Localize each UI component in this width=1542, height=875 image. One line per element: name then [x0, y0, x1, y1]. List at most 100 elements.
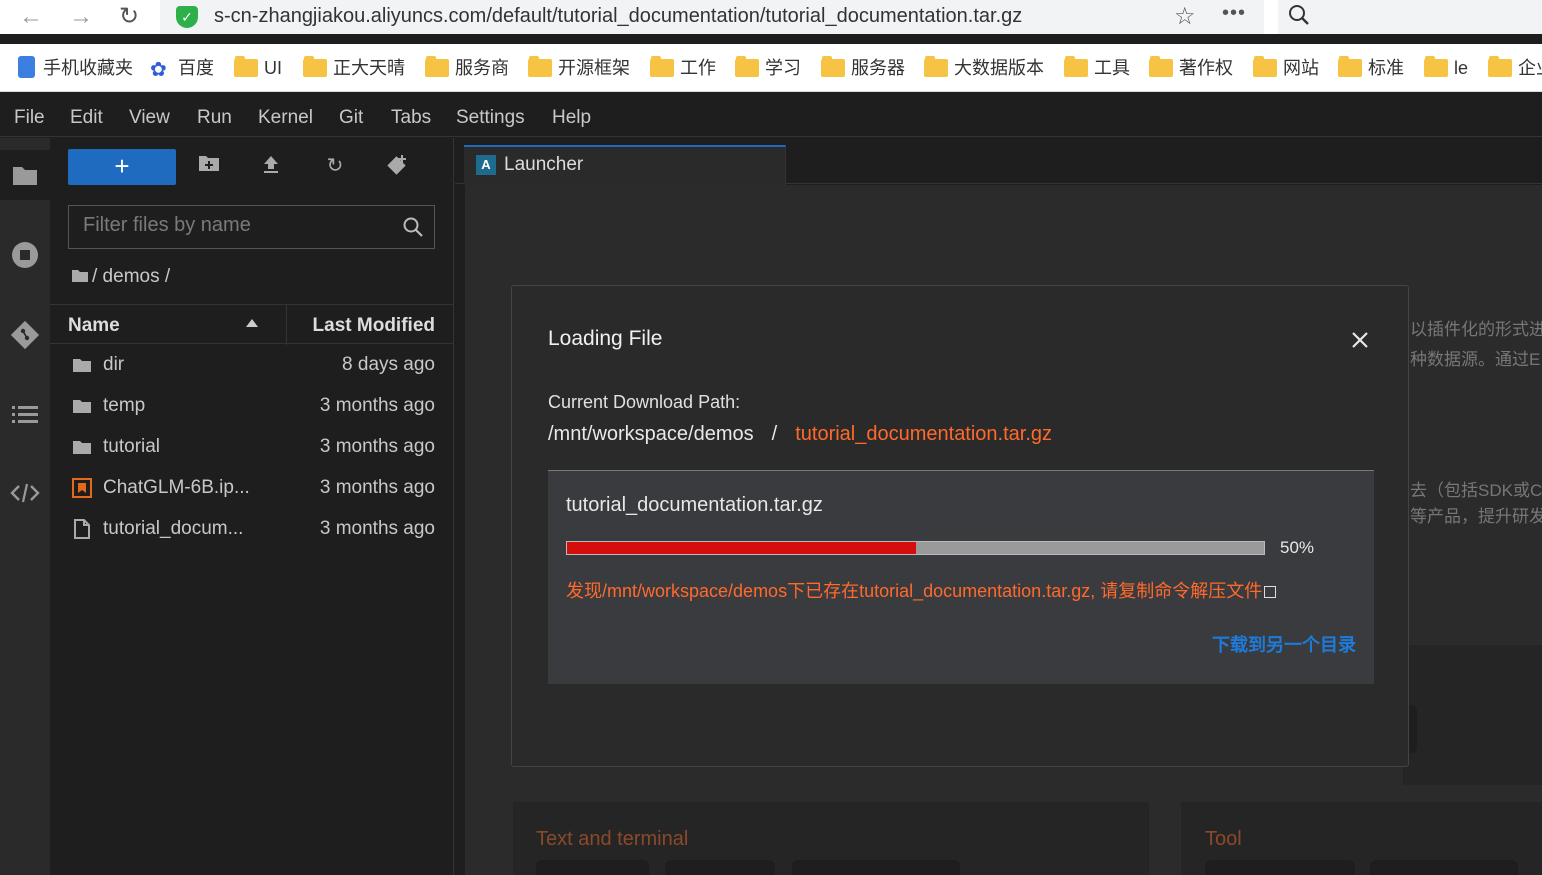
close-icon[interactable] [1348, 328, 1372, 352]
file-browser-tab[interactable] [0, 150, 50, 200]
menu-help[interactable]: Help [552, 107, 591, 129]
tab-bar: A Launcher [455, 138, 1542, 185]
file-row[interactable]: temp 3 months ago [50, 386, 454, 427]
column-last-modified[interactable]: Last Modified [313, 315, 435, 337]
path-separator: / [771, 423, 778, 445]
launcher-item[interactable] [1205, 860, 1355, 875]
file-row[interactable]: dir 8 days ago [50, 345, 454, 386]
file-exists-warning[interactable]: 发现/mnt/workspace/demos下已存在tutorial_docum… [566, 577, 1277, 603]
folder-icon [234, 56, 258, 77]
intro-text: 以插件化的形式进 [1410, 320, 1542, 339]
security-shield-icon[interactable]: ✓ [176, 6, 198, 28]
tab-launcher[interactable]: A Launcher [464, 145, 786, 185]
download-file-name: tutorial_documentation.tar.gz [566, 494, 823, 516]
menu-tabs[interactable]: Tabs [391, 107, 431, 129]
bookmark-folder[interactable]: 正大天晴 [303, 56, 405, 80]
menu-settings[interactable]: Settings [456, 107, 525, 129]
filter-files-input[interactable] [69, 206, 389, 245]
menu-run[interactable]: Run [197, 107, 232, 129]
url-text[interactable]: s-cn-zhangjiakou.aliyuncs.com/default/tu… [214, 5, 1022, 28]
upload-icon[interactable] [259, 154, 283, 178]
file-list-header: Name Last Modified [50, 304, 454, 345]
menu-file[interactable]: File [14, 107, 45, 129]
file-name: temp [103, 395, 146, 416]
bookmark-folder[interactable]: 工作 [650, 56, 716, 80]
notebook-icon [72, 478, 92, 498]
bookmark-baidu[interactable]: ✿ 百度 [150, 56, 214, 80]
menu-edit[interactable]: Edit [70, 107, 103, 129]
activity-bar [0, 138, 50, 875]
section-title: Text and terminal [536, 828, 689, 850]
menu-view[interactable]: View [129, 107, 170, 129]
launcher-item[interactable] [536, 860, 649, 875]
file-row[interactable]: ChatGLM-6B.ip... 3 months ago [50, 468, 454, 509]
copy-command-icon[interactable] [1264, 586, 1277, 598]
running-tab[interactable] [0, 230, 50, 280]
folder-icon [303, 56, 327, 77]
folder-icon [1488, 56, 1512, 77]
folder-icon [1338, 56, 1362, 77]
search-icon [403, 217, 423, 237]
bookmark-folder[interactable]: 网站 [1253, 56, 1319, 80]
folder-icon [650, 56, 674, 77]
file-row[interactable]: tutorial 3 months ago [50, 427, 454, 468]
bookmark-folder[interactable]: 服务商 [425, 56, 509, 80]
browser-search-box[interactable] [1278, 0, 1542, 34]
folder-icon [1424, 56, 1448, 77]
baidu-paw-icon: ✿ [150, 59, 167, 81]
new-folder-icon[interactable] [197, 154, 221, 178]
bookmark-folder[interactable]: le [1424, 56, 1468, 80]
git-tab[interactable] [0, 310, 50, 360]
search-icon[interactable] [1288, 4, 1310, 26]
download-progress-percent: 50% [1280, 538, 1315, 557]
bookmark-folder[interactable]: 标准 [1338, 56, 1404, 80]
bookmark-folder[interactable]: UI [234, 56, 282, 80]
bookmark-mobile[interactable]: 手机收藏夹 [18, 56, 133, 80]
menu-kernel[interactable]: Kernel [258, 107, 313, 129]
menu-git[interactable]: Git [339, 107, 363, 129]
mobile-icon [18, 56, 35, 78]
file-row[interactable]: tutorial_docum... 3 months ago [50, 509, 454, 550]
breadcrumb[interactable]: / demos / [72, 266, 170, 288]
bookmark-folder[interactable]: 著作权 [1149, 56, 1233, 80]
code-snippets-tab[interactable] [0, 468, 50, 518]
file-modified: 8 days ago [342, 354, 435, 375]
bookmark-folder[interactable]: 开源框架 [528, 56, 630, 80]
launcher-section-tool: Tool [1181, 802, 1542, 875]
refresh-icon[interactable]: ↻ [323, 154, 347, 178]
back-icon[interactable]: ← [16, 2, 46, 32]
file-name: tutorial [103, 436, 161, 457]
more-icon[interactable]: ••• [1222, 2, 1246, 25]
bookmark-folder[interactable]: 服务器 [821, 56, 905, 80]
file-modified: 3 months ago [319, 395, 435, 416]
folder-icon [821, 56, 845, 77]
launcher-item[interactable] [1370, 860, 1518, 875]
filter-files-box[interactable] [68, 205, 435, 249]
reload-icon[interactable]: ↻ [114, 2, 144, 32]
warning-text: 发现/mnt/workspace/demos下已存在tutorial_docum… [566, 581, 1263, 601]
bookmark-folder[interactable]: 企业 [1488, 56, 1542, 80]
toc-tab[interactable] [0, 390, 50, 440]
bookmark-folder[interactable]: 学习 [735, 56, 801, 80]
folder-icon [73, 359, 91, 372]
section-title: Tool [1205, 828, 1242, 850]
column-divider[interactable] [286, 305, 287, 345]
git-clone-icon[interactable] [385, 154, 409, 178]
download-to-another-dir-link[interactable]: 下载到另一个目录 [1212, 631, 1356, 657]
column-name[interactable]: Name [68, 315, 120, 337]
forward-icon[interactable]: → [66, 2, 96, 32]
download-progress-fill [567, 542, 916, 554]
folder-icon [425, 56, 449, 77]
bookmark-star-icon[interactable]: ☆ [1174, 2, 1196, 31]
bookmark-folder[interactable]: 工具 [1064, 56, 1130, 80]
bookmark-folder[interactable]: 大数据版本 [924, 56, 1044, 80]
sort-ascending-icon[interactable] [246, 319, 258, 327]
file-modified: 3 months ago [319, 436, 435, 457]
intro-text: 种数据源。通过E [1410, 350, 1541, 369]
breadcrumb-path[interactable]: / demos / [92, 266, 170, 287]
launcher-item[interactable] [665, 860, 775, 875]
launcher-item[interactable] [792, 860, 960, 875]
intro-text: 等产品，提升研发 [1410, 507, 1542, 526]
bookmarks-bar: 手机收藏夹 ✿ 百度 UI 正大天晴 服务商 开源框架 工作 学习 服务器 大数据… [0, 44, 1542, 92]
new-launcher-button[interactable]: + [68, 149, 176, 185]
